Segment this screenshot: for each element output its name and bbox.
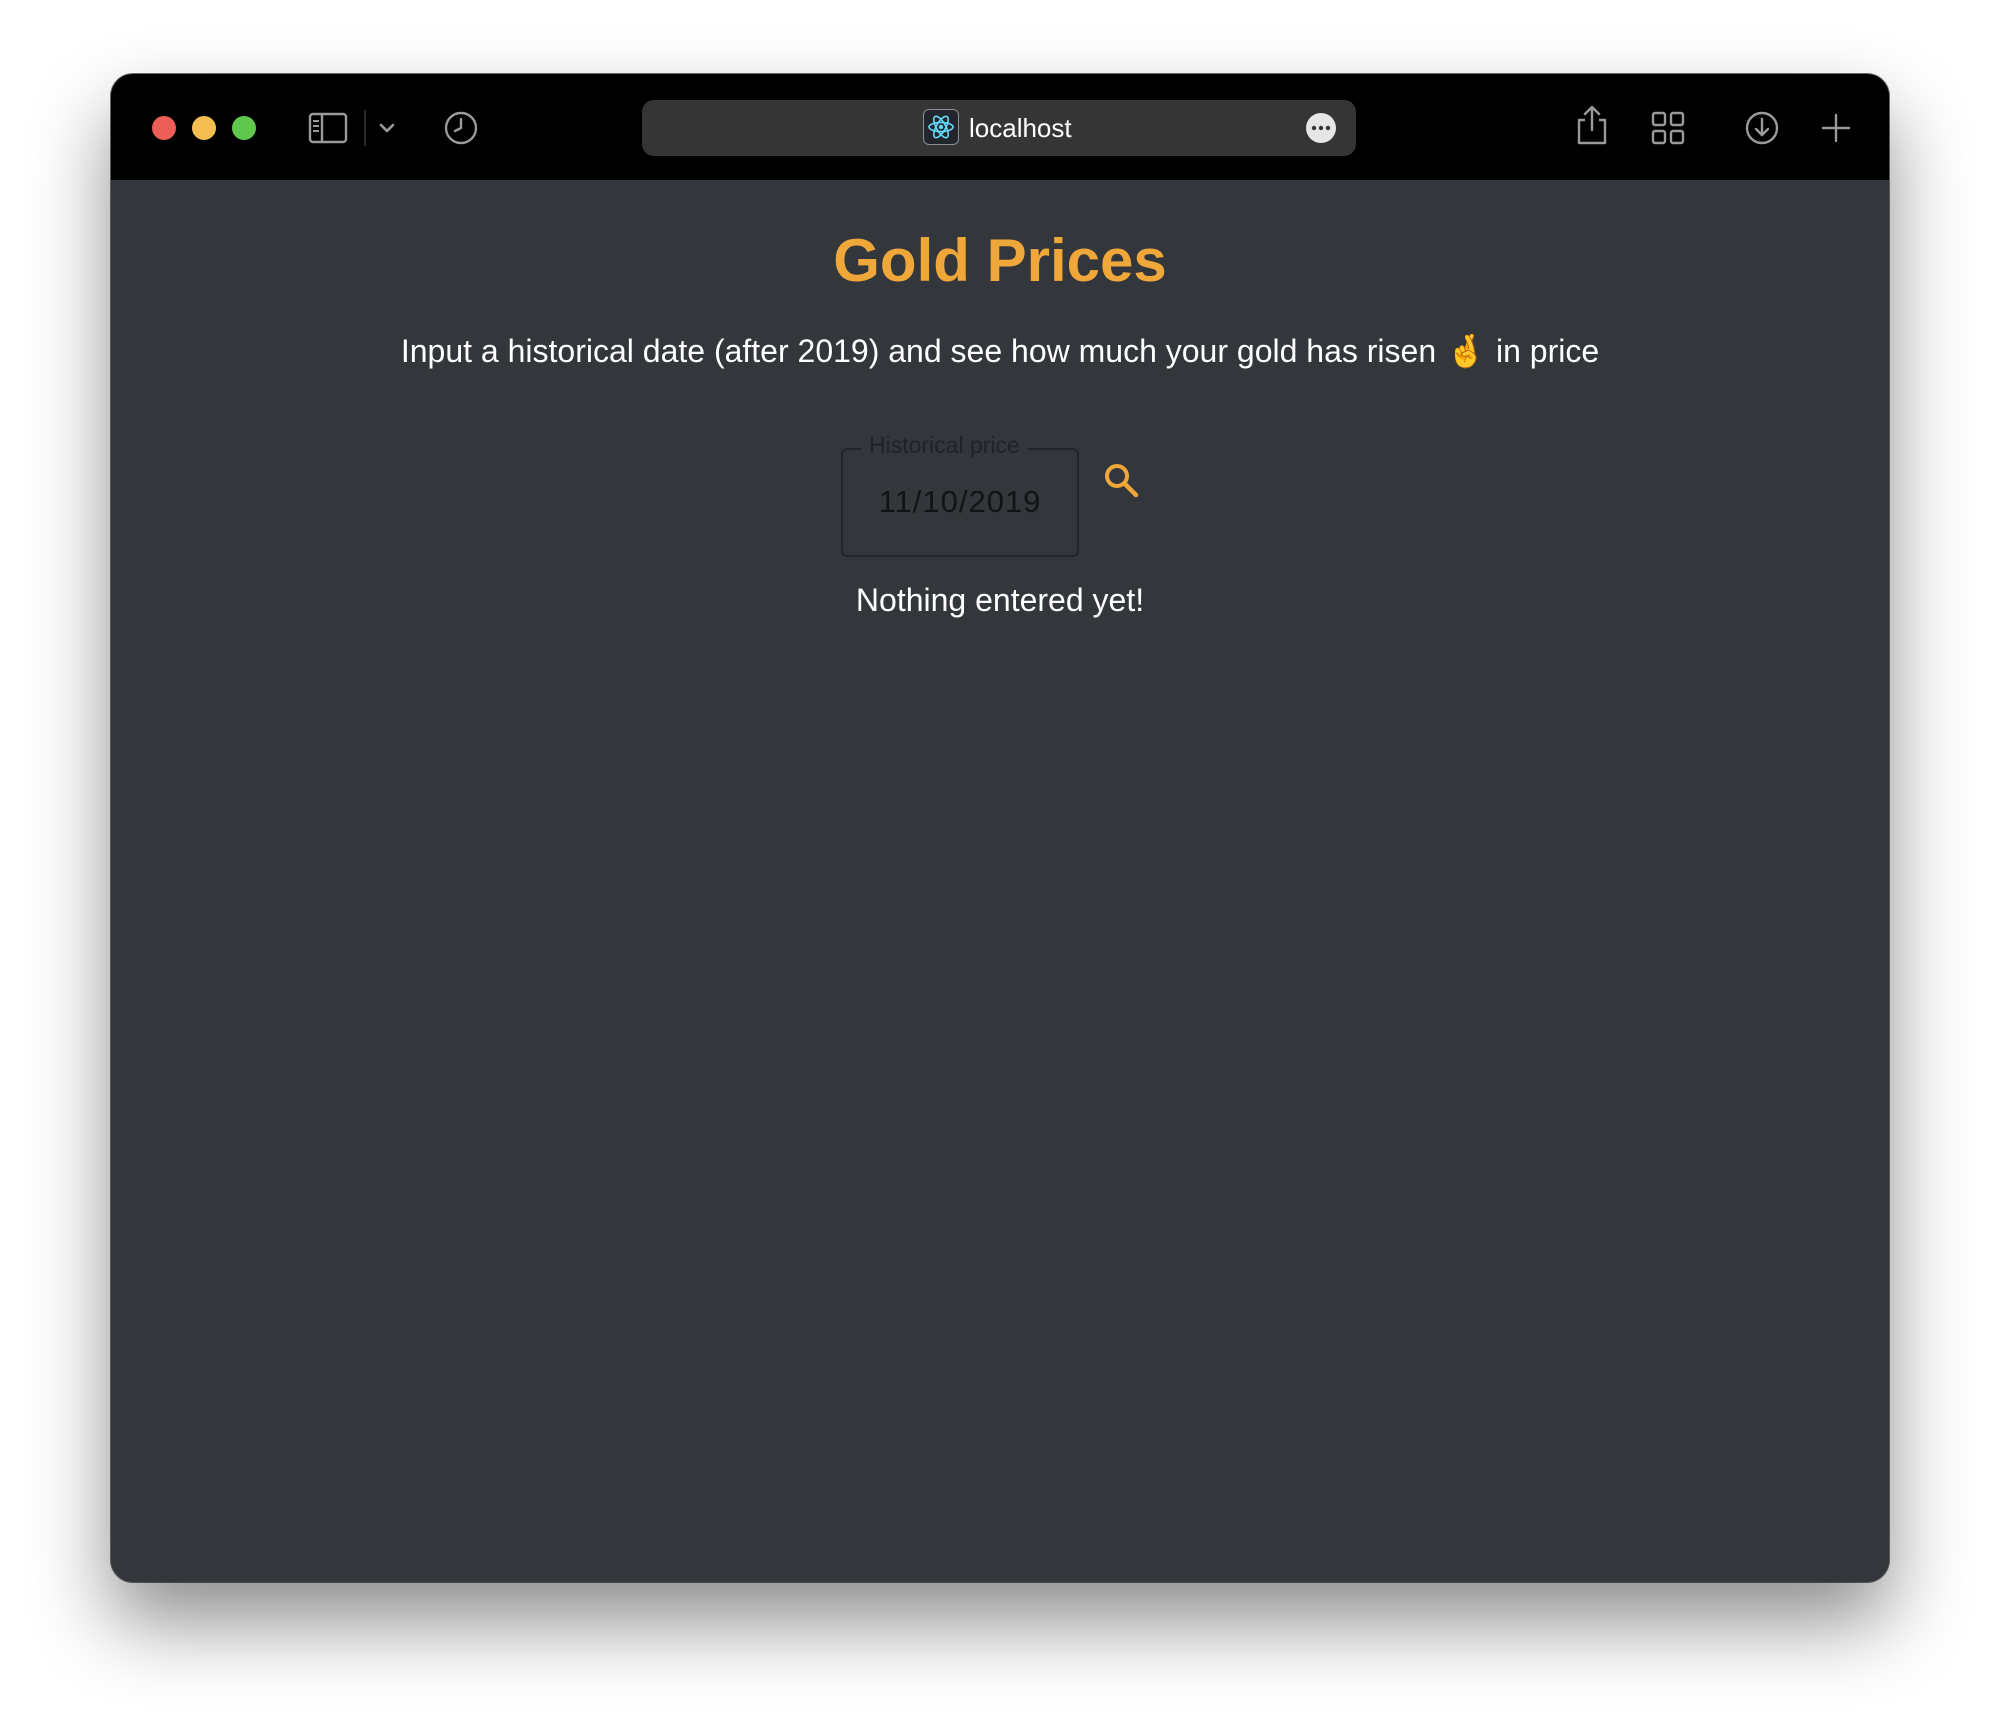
browser-toolbar: localhost: [111, 74, 1889, 180]
share-icon[interactable]: [1572, 102, 1612, 148]
browser-window: localhost Gold Prices Input a historical…: [111, 74, 1889, 1582]
page-title: Gold Prices: [833, 227, 1167, 294]
sidebar-icon[interactable]: [307, 107, 349, 149]
search-icon: [1105, 464, 1139, 498]
url-text: localhost: [969, 113, 1072, 143]
clock-icon[interactable]: [441, 108, 481, 148]
close-window-button[interactable]: [152, 116, 176, 140]
subtitle-text: Input a historical date (after 2019) and…: [400, 333, 1437, 369]
page-content: Gold Prices Input a historical date (aft…: [111, 180, 1889, 1582]
search-button[interactable]: [1099, 458, 1143, 502]
date-input[interactable]: 11/10/2019: [843, 484, 1077, 520]
zoom-window-button[interactable]: [232, 116, 256, 140]
chevron-down-icon[interactable]: [373, 114, 401, 142]
minimize-window-button[interactable]: [192, 116, 216, 140]
field-label: Historical price: [861, 432, 1028, 459]
download-icon[interactable]: [1742, 108, 1782, 148]
page-subtitle: Input a historical date (after 2019) and…: [111, 332, 1889, 370]
toolbar-divider: [364, 110, 366, 146]
status-message: Nothing entered yet!: [855, 582, 1145, 618]
subtitle-text-end: in price: [1495, 333, 1600, 369]
tab-grid-icon[interactable]: [1648, 108, 1688, 148]
plus-icon[interactable]: [1818, 110, 1854, 146]
historical-date-field[interactable]: Historical price 11/10/2019: [841, 432, 1079, 557]
address-bar[interactable]: localhost: [642, 100, 1356, 156]
react-atom-icon: [923, 109, 959, 145]
ellipsis-icon[interactable]: [1306, 113, 1336, 143]
crossed-fingers-emoji: 🤞: [1446, 333, 1486, 369]
